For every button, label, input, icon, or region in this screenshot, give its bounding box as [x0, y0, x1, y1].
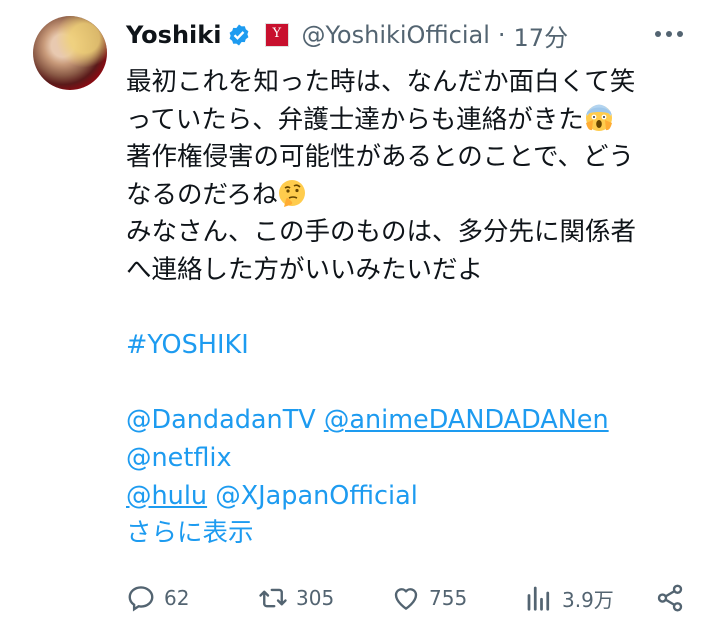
- tweet-header: Yoshiki @YoshikiOfficial · 17分: [126, 18, 568, 52]
- tweet-line: 最初これを知った時は、なんだか面白くて笑: [126, 67, 636, 97]
- tweet-actions: 62 305 755 3.9万: [0, 578, 720, 618]
- mention-link[interactable]: @animeDANDADANen: [324, 405, 609, 435]
- reply-icon: [128, 586, 154, 612]
- repost-count: 305: [296, 586, 335, 610]
- author-handle[interactable]: @YoshikiOfficial: [301, 21, 489, 49]
- separator-dot: ·: [497, 21, 506, 49]
- more-horizontal-icon[interactable]: [652, 24, 686, 44]
- repost-button[interactable]: 305: [258, 578, 334, 618]
- mention-link[interactable]: @DandadanTV: [126, 405, 316, 435]
- mention-link[interactable]: @netflix: [126, 443, 232, 473]
- tweet-line: へ連絡した方がいいみたいだよ: [126, 254, 484, 285]
- thinking-face-emoji: [279, 179, 306, 207]
- views-chart-icon: [527, 586, 550, 611]
- affiliate-logo-icon[interactable]: [265, 23, 290, 47]
- share-button[interactable]: [655, 578, 693, 618]
- heart-icon: [394, 588, 418, 610]
- view-count: 3.9万: [562, 587, 614, 612]
- tweet-time[interactable]: 17分: [514, 18, 569, 53]
- mention-link[interactable]: @XJapanOfficial: [215, 481, 418, 511]
- tweet-line: 著作権侵害の可能性があるとのことで、どう: [126, 142, 634, 173]
- verified-badge-icon: [230, 24, 249, 46]
- tweet-line: みなさん、この手のものは、多分先に関係者: [126, 217, 637, 248]
- author-avatar[interactable]: [33, 16, 107, 90]
- views-button[interactable]: 3.9万: [524, 578, 614, 618]
- face-screaming-in-fear-emoji: [585, 104, 612, 131]
- hashtag-link[interactable]: #YOSHIKI: [126, 330, 249, 360]
- show-more-link[interactable]: さらに表示: [126, 518, 254, 548]
- tweet-line: なるのだろね: [126, 177, 706, 215]
- like-button[interactable]: 755: [391, 578, 467, 618]
- repost-icon: [259, 588, 287, 608]
- reply-count: 62: [164, 586, 190, 610]
- mention-link[interactable]: @hulu: [126, 481, 207, 511]
- tweet-line: っていたら、弁護士達からも連絡がきた: [126, 102, 706, 140]
- reply-button[interactable]: 62: [126, 578, 189, 618]
- tweet-body: 最初これを知った時は、なんだか面白くて笑 っていたら、弁護士達からも連絡がきた …: [126, 64, 706, 553]
- author-name[interactable]: Yoshiki: [126, 21, 221, 49]
- like-count: 755: [429, 586, 468, 610]
- share-icon: [657, 584, 683, 612]
